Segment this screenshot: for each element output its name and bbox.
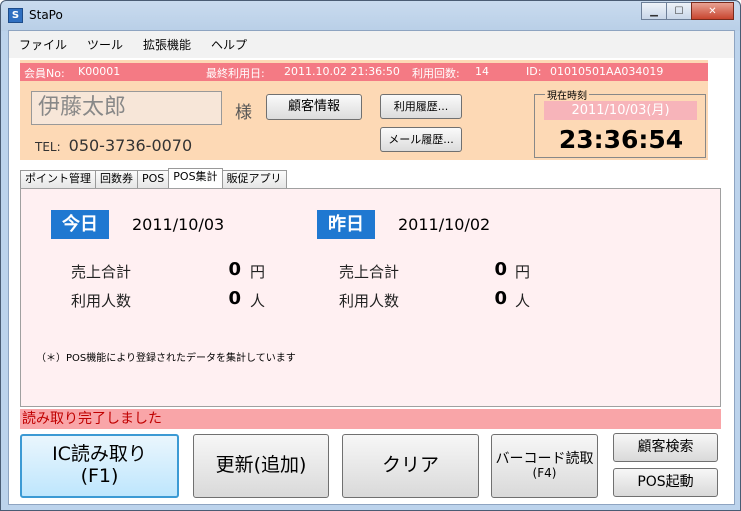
id-value: 01010501AA034019 bbox=[550, 65, 664, 78]
window-title: StaPo bbox=[29, 8, 63, 22]
app-window: S StaPo ▁ ☐ ✕ ファイル ツール 拡張機能 ヘルプ 会員No: K0… bbox=[0, 0, 741, 511]
clear-button[interactable]: クリア bbox=[342, 434, 479, 498]
customer-search-button[interactable]: 顧客検索 bbox=[613, 433, 718, 462]
minimize-icon: ▁ bbox=[650, 5, 658, 17]
menu-help[interactable]: ヘルプ bbox=[211, 36, 247, 53]
tab-pos-summary[interactable]: POS集計 bbox=[168, 168, 223, 188]
member-no-label: 会員No: bbox=[24, 67, 65, 80]
last-use-value: 2011.10.02 21:36:50 bbox=[284, 65, 400, 78]
yesterday-visitors-unit: 人 bbox=[515, 292, 531, 310]
today-badge: 今日 bbox=[51, 210, 109, 239]
maximize-button[interactable]: ☐ bbox=[666, 2, 692, 20]
clock-time: 23:36:54 bbox=[558, 125, 684, 154]
barcode-read-button[interactable]: バーコード読取 (F4) bbox=[491, 434, 598, 498]
today-date: 2011/10/03 bbox=[132, 215, 225, 234]
pos-summary-panel: 今日 2011/10/03 売上合計 0 円 利用人数 0 人 昨日 2011/… bbox=[20, 188, 721, 407]
last-use-label: 最終利用日: bbox=[206, 67, 265, 80]
ic-read-button[interactable]: IC読み取り (F1) bbox=[20, 434, 179, 498]
title-bar[interactable]: S StaPo ▁ ☐ ✕ bbox=[1, 1, 740, 30]
today-sales-label: 売上合計 bbox=[71, 263, 132, 281]
ic-read-label: IC読み取り bbox=[52, 443, 147, 466]
use-count-value: 14 bbox=[475, 65, 489, 78]
yesterday-sales-value: 0 bbox=[494, 259, 507, 280]
menu-tools[interactable]: ツール bbox=[87, 36, 123, 53]
yesterday-date: 2011/10/02 bbox=[398, 215, 491, 234]
yesterday-sales-label: 売上合計 bbox=[339, 263, 400, 281]
today-visitors-label: 利用人数 bbox=[71, 292, 132, 310]
tab-promo-app[interactable]: 販促アプリ bbox=[221, 170, 287, 188]
today-visitors-unit: 人 bbox=[250, 292, 266, 310]
yesterday-badge: 昨日 bbox=[317, 210, 375, 239]
close-icon: ✕ bbox=[708, 5, 717, 17]
menu-file[interactable]: ファイル bbox=[19, 36, 67, 53]
customer-panel: 会員No: K00001 最終利用日: 2011.10.02 21:36:50 … bbox=[20, 60, 708, 160]
tel-line: TEL: 050-3736-0070 bbox=[35, 136, 192, 155]
update-label: 更新(追加) bbox=[215, 454, 307, 477]
menu-bar: ファイル ツール 拡張機能 ヘルプ bbox=[9, 31, 734, 58]
tab-strip: ポイント管理 回数券 POS POS集計 販促アプリ bbox=[20, 168, 287, 188]
honorific: 様 bbox=[235, 103, 252, 123]
menu-extensions[interactable]: 拡張機能 bbox=[143, 36, 191, 53]
ic-read-shortcut: (F1) bbox=[80, 465, 119, 487]
tel-label: TEL: bbox=[35, 140, 61, 154]
tab-point-management[interactable]: ポイント管理 bbox=[20, 170, 96, 188]
customer-info-strip: 会員No: K00001 最終利用日: 2011.10.02 21:36:50 … bbox=[20, 63, 708, 81]
tab-coupon[interactable]: 回数券 bbox=[95, 170, 138, 188]
id-label: ID: bbox=[526, 65, 542, 78]
clear-label: クリア bbox=[381, 454, 439, 477]
customer-info-button[interactable]: 顧客情報 bbox=[266, 94, 362, 120]
today-sales-value: 0 bbox=[228, 259, 241, 280]
clock-legend: 現在時刻 bbox=[545, 87, 589, 102]
yesterday-visitors-label: 利用人数 bbox=[339, 292, 400, 310]
yesterday-sales-unit: 円 bbox=[515, 263, 531, 281]
clock-panel: 現在時刻 2011/10/03(月) 23:36:54 bbox=[534, 87, 706, 158]
clock-date: 2011/10/03(月) bbox=[544, 101, 697, 120]
tab-pos[interactable]: POS bbox=[137, 170, 170, 188]
update-button[interactable]: 更新(追加) bbox=[193, 434, 329, 498]
use-count-label: 利用回数: bbox=[412, 67, 460, 80]
close-button[interactable]: ✕ bbox=[691, 2, 734, 20]
member-no: K00001 bbox=[78, 65, 121, 78]
minimize-button[interactable]: ▁ bbox=[641, 2, 667, 20]
summary-note: （＊）POS機能により登録されたデータを集計しています bbox=[36, 353, 296, 364]
mail-history-button[interactable]: メール履歴... bbox=[380, 127, 462, 152]
tel-value: 050-3736-0070 bbox=[68, 136, 193, 155]
barcode-read-shortcut: (F4) bbox=[532, 466, 557, 481]
status-bar: 読み取り完了しました bbox=[20, 409, 721, 429]
maximize-icon: ☐ bbox=[674, 5, 684, 17]
usage-history-button[interactable]: 利用履歴... bbox=[380, 94, 462, 119]
yesterday-visitors-value: 0 bbox=[494, 288, 507, 309]
customer-name-field[interactable]: 伊藤太郎 bbox=[31, 91, 222, 125]
app-icon[interactable]: S bbox=[8, 8, 23, 23]
barcode-read-label: バーコード読取 bbox=[495, 451, 594, 468]
today-visitors-value: 0 bbox=[228, 288, 241, 309]
pos-launch-button[interactable]: POS起動 bbox=[613, 468, 718, 497]
today-sales-unit: 円 bbox=[250, 263, 266, 281]
client-area: ファイル ツール 拡張機能 ヘルプ 会員No: K00001 最終利用日: 20… bbox=[8, 30, 735, 505]
